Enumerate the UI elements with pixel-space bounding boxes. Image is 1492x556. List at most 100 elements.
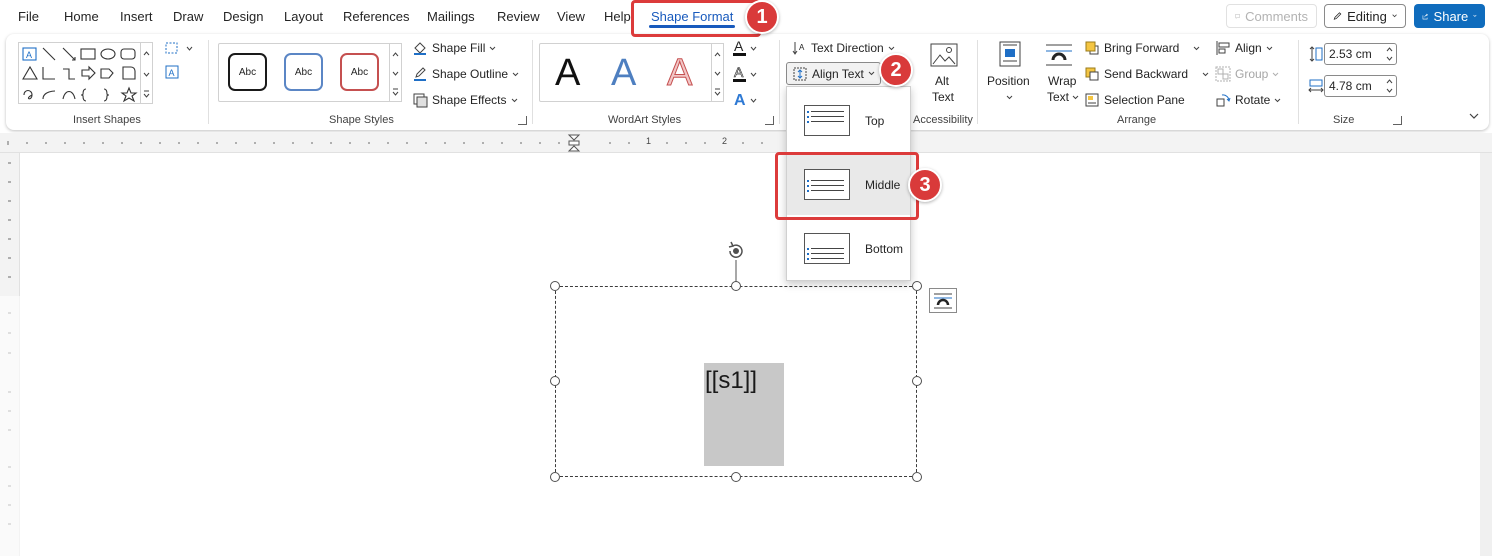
chevron-down-icon bbox=[868, 71, 875, 76]
width-spinner-icon[interactable] bbox=[1385, 78, 1394, 94]
tab-home[interactable]: Home bbox=[64, 9, 99, 24]
svg-text:A: A bbox=[799, 43, 805, 52]
share-icon bbox=[1422, 13, 1429, 19]
svg-text:A: A bbox=[169, 68, 175, 78]
share-label: Share bbox=[1433, 8, 1469, 24]
alt-text-icon bbox=[930, 43, 958, 67]
chevron-down-icon bbox=[1266, 46, 1273, 50]
position-label: Position bbox=[987, 74, 1030, 88]
comments-button[interactable]: Comments bbox=[1226, 4, 1317, 28]
height-spinner-icon[interactable] bbox=[1385, 46, 1394, 62]
menu-item-align-top[interactable]: Top bbox=[787, 89, 910, 151]
bring-forward-label: Bring Forward bbox=[1104, 41, 1180, 55]
chevron-down-icon bbox=[888, 46, 895, 50]
tab-design[interactable]: Design bbox=[223, 9, 263, 24]
shape-style-swatch-black[interactable]: Abc bbox=[228, 53, 267, 91]
group-label-accessibility: Accessibility bbox=[913, 114, 973, 126]
group-objects-label: Group bbox=[1235, 67, 1269, 81]
resize-handle-top-left[interactable] bbox=[550, 281, 560, 291]
shapes-gallery[interactable]: A bbox=[18, 42, 152, 104]
alt-text-label-line2: Text bbox=[932, 90, 955, 104]
resize-handle-bottom[interactable] bbox=[731, 472, 741, 482]
gallery-scroll-icon bbox=[714, 52, 721, 96]
position-button[interactable]: Position bbox=[984, 38, 1034, 108]
wrap-text-button[interactable]: Wrap Text bbox=[1040, 38, 1080, 108]
tab-draw[interactable]: Draw bbox=[173, 9, 203, 24]
rotate-button[interactable]: Rotate bbox=[1215, 92, 1281, 108]
vertical-scrollbar[interactable] bbox=[1480, 153, 1492, 556]
text-direction-button[interactable]: A Text Direction bbox=[791, 40, 895, 56]
tab-help[interactable]: Help bbox=[604, 9, 631, 24]
resize-handle-bottom-left[interactable] bbox=[550, 472, 560, 482]
resize-handle-bottom-right[interactable] bbox=[912, 472, 922, 482]
wordart-swatch-black[interactable]: A bbox=[555, 53, 580, 93]
callout-badge-3: 3 bbox=[908, 168, 942, 202]
shape-styles-gallery[interactable]: Abc Abc Abc bbox=[218, 43, 391, 102]
collapse-ribbon-icon[interactable] bbox=[1468, 112, 1480, 120]
group-objects-button[interactable]: Group bbox=[1215, 66, 1279, 82]
tab-review[interactable]: Review bbox=[497, 9, 540, 24]
resize-handle-right[interactable] bbox=[912, 376, 922, 386]
callout-badge-2: 2 bbox=[879, 53, 913, 87]
share-button[interactable]: Share bbox=[1414, 4, 1485, 28]
tab-references[interactable]: References bbox=[343, 9, 409, 24]
tab-view[interactable]: View bbox=[557, 9, 585, 24]
tab-layout[interactable]: Layout bbox=[284, 9, 323, 24]
rotate-handle-icon[interactable] bbox=[723, 240, 749, 286]
horizontal-ruler[interactable]: 1 2 bbox=[0, 133, 1492, 153]
group-label-arrange: Arrange bbox=[1117, 114, 1157, 126]
shape-style-swatch-red[interactable]: Abc bbox=[340, 53, 379, 91]
text-outline-icon[interactable]: A bbox=[733, 64, 759, 84]
shape-fill-button[interactable]: Shape Fill bbox=[412, 40, 496, 56]
align-text-label: Align Text bbox=[812, 66, 864, 81]
wordart-styles-scroll[interactable] bbox=[711, 43, 724, 102]
shape-styles-scroll[interactable] bbox=[389, 43, 402, 102]
align-text-button[interactable]: Align Text bbox=[786, 62, 881, 85]
send-backward-button[interactable]: Send Backward bbox=[1084, 66, 1209, 82]
vertical-ruler[interactable] bbox=[0, 153, 20, 556]
bring-forward-button[interactable]: Bring Forward bbox=[1084, 40, 1200, 56]
shape-width-icon bbox=[1308, 79, 1324, 93]
shapes-gallery-scroll[interactable] bbox=[140, 42, 153, 104]
edit-shape-icon[interactable] bbox=[164, 40, 194, 56]
group-label-shape-styles: Shape Styles bbox=[329, 114, 394, 126]
shape-style-swatch-blue[interactable]: Abc bbox=[284, 53, 323, 91]
layout-options-button[interactable] bbox=[929, 288, 957, 313]
resize-handle-top[interactable] bbox=[731, 281, 741, 291]
text-effects-icon[interactable]: A bbox=[733, 90, 759, 110]
selection-pane-button[interactable]: Selection Pane bbox=[1084, 92, 1185, 108]
text-fill-icon[interactable]: A bbox=[733, 38, 759, 58]
tab-file[interactable]: File bbox=[18, 9, 39, 24]
callout-highlight-middle bbox=[775, 152, 919, 220]
wordart-swatch-blue[interactable]: A bbox=[611, 53, 636, 93]
align-button[interactable]: Align bbox=[1215, 40, 1273, 56]
group-separator bbox=[532, 40, 533, 124]
tab-insert[interactable]: Insert bbox=[120, 9, 153, 24]
resize-handle-left[interactable] bbox=[550, 376, 560, 386]
shape-text-placeholder[interactable]: [[s1]] bbox=[704, 363, 784, 466]
wordart-swatch-red-outline[interactable]: A bbox=[666, 53, 692, 94]
shape-effects-icon bbox=[413, 93, 428, 108]
gallery-scroll-icon bbox=[143, 51, 150, 98]
text-box-icon[interactable]: A bbox=[164, 64, 180, 80]
chevron-down-icon bbox=[511, 98, 517, 102]
ruler-mark-2: 2 bbox=[722, 136, 728, 146]
svg-text:A: A bbox=[734, 92, 746, 109]
wordart-styles-gallery[interactable]: A A A bbox=[539, 43, 713, 102]
align-top-icon bbox=[804, 105, 850, 136]
shape-styles-launcher[interactable] bbox=[518, 116, 527, 125]
shape-outline-button[interactable]: Shape Outline bbox=[412, 66, 519, 82]
menu-item-align-bottom[interactable]: Bottom bbox=[787, 217, 910, 279]
editing-mode-button[interactable]: Editing bbox=[1324, 4, 1406, 28]
comment-icon bbox=[1235, 13, 1240, 19]
shape-height-icon bbox=[1309, 46, 1323, 62]
shape-effects-button[interactable]: Shape Effects bbox=[412, 92, 518, 108]
rotate-label: Rotate bbox=[1235, 93, 1271, 107]
size-launcher[interactable] bbox=[1393, 116, 1402, 125]
alt-text-button[interactable]: Alt Text bbox=[924, 40, 962, 106]
ruler-mark-1: 1 bbox=[646, 136, 652, 146]
wordart-styles-launcher[interactable] bbox=[765, 116, 774, 125]
chevron-down-icon bbox=[1273, 72, 1279, 76]
resize-handle-top-right[interactable] bbox=[912, 281, 922, 291]
tab-mailings[interactable]: Mailings bbox=[427, 9, 475, 24]
